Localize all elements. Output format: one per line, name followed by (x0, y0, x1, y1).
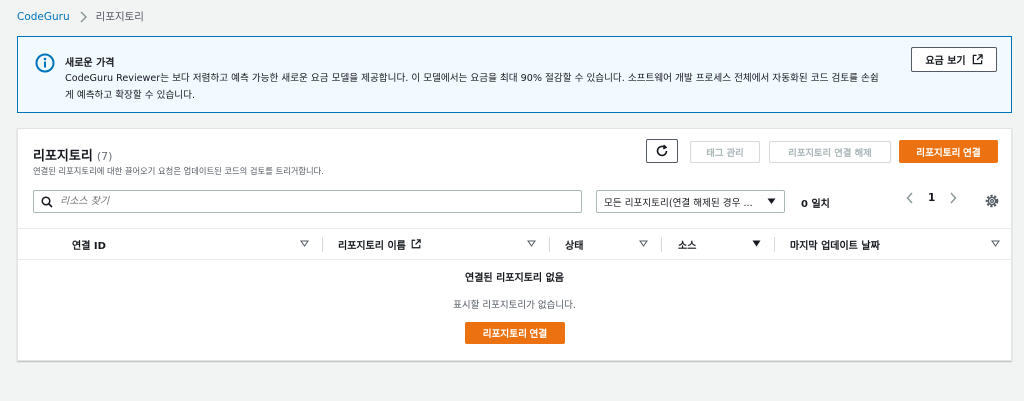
breadcrumb-codeguru-link[interactable]: CodeGuru (17, 11, 70, 23)
column-repository-name[interactable]: 리포지토리 이름 (338, 229, 421, 259)
refresh-button[interactable] (646, 139, 678, 163)
column-source[interactable]: 소스 (678, 229, 696, 259)
repository-count: (7) (96, 150, 113, 163)
info-icon (35, 53, 55, 73)
column-status[interactable]: 상태 (565, 229, 583, 259)
external-link-icon (411, 239, 421, 249)
sort-icon[interactable] (300, 239, 309, 248)
empty-title: 연결된 리포지토리 없음 (465, 273, 564, 284)
column-divider (774, 237, 775, 252)
repository-filter-select[interactable]: 모든 리포지토리(연결 해제된 경우 ... (596, 190, 785, 213)
match-count: 0 일치 (801, 199, 830, 210)
search-input[interactable] (60, 196, 540, 207)
panel-title-text: 리포지토리 (33, 149, 93, 164)
chevron-left-icon[interactable] (906, 192, 914, 204)
chevron-right-icon[interactable] (949, 192, 957, 204)
column-divider (322, 237, 323, 252)
gear-icon[interactable] (984, 193, 1000, 209)
column-divider (661, 237, 662, 252)
caret-down-icon (767, 198, 776, 204)
view-pricing-label: 요금 보기 (925, 56, 966, 67)
search-box[interactable] (33, 190, 582, 213)
sort-icon[interactable] (527, 239, 536, 248)
panel-description: 연결된 리포지토리에 대한 끌어오기 요청은 업데이트된 코드의 검토를 트리거… (33, 166, 324, 176)
banner-message: CodeGuru Reviewer는 보다 저렴하고 예측 가능한 새로운 요금… (65, 73, 879, 101)
breadcrumb: CodeGuru 리포지토리 (17, 9, 144, 24)
view-pricing-button[interactable]: 요금 보기 (911, 47, 997, 72)
repositories-panel: 리포지토리 (7) 연결된 리포지토리에 대한 끌어오기 요청은 업데이트된 코드… (17, 128, 1012, 361)
connect-repository-button[interactable]: 리포지토리 연결 (899, 140, 998, 163)
external-link-icon (972, 54, 983, 65)
empty-description: 표시할 리포지토리가 없습니다. (453, 300, 576, 311)
breadcrumb-current: 리포지토리 (95, 11, 144, 23)
select-value: 모든 리포지토리(연결 해제된 경우 ... (604, 197, 753, 209)
column-last-updated[interactable]: 마지막 업데이트 날짜 (790, 229, 880, 259)
empty-connect-repository-button[interactable]: 리포지토리 연결 (465, 322, 565, 344)
pagination: 1 (906, 192, 957, 204)
sort-active-icon[interactable] (752, 239, 761, 248)
panel-title: 리포지토리 (7) (33, 145, 112, 164)
chevron-right-icon (80, 11, 87, 22)
column-connection-id[interactable]: 연결 ID (72, 229, 106, 259)
manage-tags-button[interactable]: 태그 관리 (690, 141, 760, 163)
current-page[interactable]: 1 (928, 192, 935, 204)
banner-title: 새로운 가격 (65, 58, 115, 69)
column-repository-name-label: 리포지토리 이름 (338, 240, 406, 252)
column-divider (549, 237, 550, 252)
search-icon (41, 195, 53, 208)
disconnect-repository-button[interactable]: 리포지토리 연결 해제 (769, 141, 891, 163)
refresh-icon (656, 144, 668, 157)
table-header: 연결 ID 리포지토리 이름 상태 소스 마지막 업데이트 날짜 (18, 228, 1011, 260)
sort-icon[interactable] (639, 239, 648, 248)
sort-icon[interactable] (991, 239, 1000, 248)
pricing-info-banner: 새로운 가격 CodeGuru Reviewer는 보다 저렴하고 예측 가능한… (17, 36, 1012, 113)
empty-state: 연결된 리포지토리 없음 표시할 리포지토리가 없습니다. (18, 269, 1011, 311)
